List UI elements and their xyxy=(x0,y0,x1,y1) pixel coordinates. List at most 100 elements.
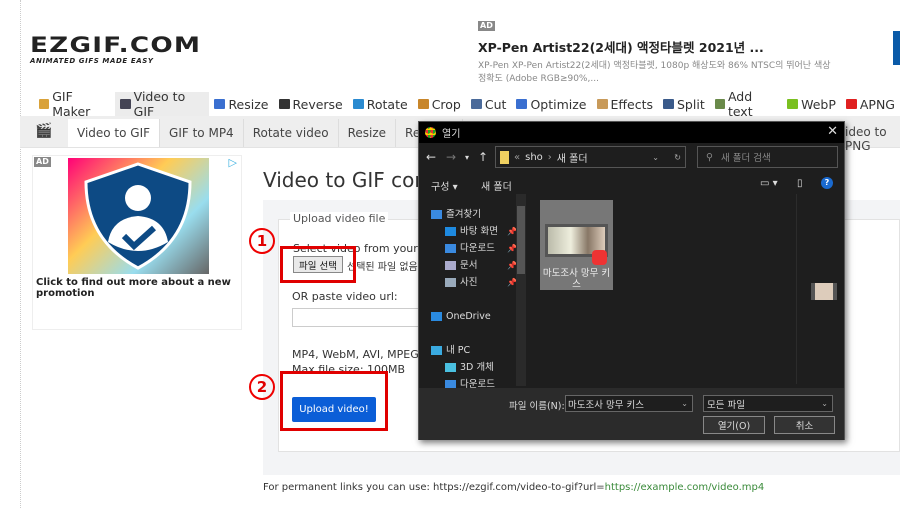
nav-webp[interactable]: WebP xyxy=(782,92,841,116)
subnav-gif-to-mp4[interactable]: GIF to MP4 xyxy=(160,119,244,147)
close-icon[interactable]: ✕ xyxy=(827,124,838,139)
nav-optimize[interactable]: Optimize xyxy=(511,92,591,116)
step-marker-1: 1 xyxy=(249,228,275,254)
nav-split[interactable]: Split xyxy=(658,92,710,116)
search-box[interactable]: ⚲ 새 폴더 검색 xyxy=(697,146,838,168)
tree-item[interactable]: 다운로드 📌 xyxy=(429,240,517,257)
open-button[interactable]: 열기(O) xyxy=(703,416,765,434)
search-icon: ⚲ xyxy=(706,151,713,163)
reverse-icon xyxy=(278,99,290,109)
add-text-icon xyxy=(714,99,725,109)
nav-resize[interactable]: Resize xyxy=(209,92,273,116)
ezgif-logo[interactable]: EZGIF.COM ANIMATED GIFS MADE EASY xyxy=(30,34,200,65)
folder-icon xyxy=(500,150,509,164)
breadcrumb-sho[interactable]: sho xyxy=(525,152,543,163)
address-bar[interactable]: « sho › 새 폴더 ⌄ ↻ xyxy=(495,146,686,168)
nav-apng[interactable]: APNG xyxy=(841,92,900,116)
navigation-pane: 즐겨찾기 바탕 화면 📌 다운로드 📌 문서 📌 사진 📌 OneDrive 내 PC 3D 개체 다운… xyxy=(429,206,517,410)
page-title: Video to GIF conv xyxy=(263,168,439,192)
chevron-down-icon: ⌄ xyxy=(681,399,688,408)
new-folder-button[interactable]: 새 폴더 xyxy=(481,178,512,193)
highlight-box-1 xyxy=(280,246,356,283)
preview-thumbnail xyxy=(811,283,837,300)
player-app-icon xyxy=(592,250,607,265)
shield-user-icon xyxy=(84,162,192,270)
nav-crop[interactable]: Crop xyxy=(413,92,466,116)
example-link[interactable]: https://example.com/video.mp4 xyxy=(605,482,765,493)
back-icon[interactable]: ← xyxy=(426,150,436,164)
download-icon xyxy=(445,244,456,253)
help-icon[interactable]: ? xyxy=(821,177,833,189)
recent-dropdown-icon[interactable]: ▾ xyxy=(465,153,469,162)
ad-badge: AD xyxy=(478,21,495,31)
gif-maker-icon xyxy=(39,99,50,109)
chrome-icon xyxy=(425,127,436,138)
tree-item xyxy=(429,291,517,308)
filetype-select[interactable]: 모든 파일 ⌄ xyxy=(703,395,833,412)
url-label: OR paste video url: xyxy=(292,290,398,303)
tree-item[interactable]: 문서 📌 xyxy=(429,257,517,274)
side-ad[interactable]: AD ▷ Click to find out more about a new … xyxy=(32,155,242,330)
crop-icon xyxy=(417,99,429,109)
nav-gif-maker[interactable]: GIF Maker xyxy=(34,89,115,119)
rotate-icon xyxy=(352,99,364,109)
nav-cut[interactable]: Cut xyxy=(466,92,512,116)
filename-label: 파일 이름(N): xyxy=(509,401,565,412)
ad-button[interactable] xyxy=(893,31,900,65)
subnav-video-to-gif[interactable]: Video to GIF xyxy=(68,119,161,147)
subnav-rotate-video[interactable]: Rotate video xyxy=(244,119,339,147)
tree-item[interactable]: 바탕 화면 📌 xyxy=(429,223,517,240)
up-icon[interactable]: ↑ xyxy=(478,150,488,164)
cloud-icon xyxy=(431,312,442,321)
dialog-titlebar: 열기 ✕ xyxy=(419,122,844,143)
ad-image[interactable] xyxy=(68,158,209,274)
webp-icon xyxy=(787,99,799,109)
star-icon xyxy=(431,210,442,219)
main-nav: GIF Maker Video to GIF Resize Reverse Rotate… xyxy=(34,89,900,119)
file-item[interactable]: 마도조사 망무 키스 xyxy=(540,200,613,290)
nav-add-text[interactable]: Add text xyxy=(710,89,782,119)
forward-icon[interactable]: → xyxy=(446,150,456,164)
ad-caption[interactable]: Click to find out more about a new promo… xyxy=(36,277,236,299)
tree-item[interactable]: 내 PC xyxy=(429,342,517,359)
tree-item[interactable]: 3D 개체 xyxy=(429,359,517,376)
3d-objects-icon xyxy=(445,363,456,372)
permanent-link-note: For permanent links you can use: https:/… xyxy=(263,482,765,493)
cancel-button[interactable]: 취소 xyxy=(774,416,835,434)
organize-menu[interactable]: 구성 ▾ xyxy=(431,178,458,193)
clapperboard-icon: 🎬 xyxy=(35,123,53,139)
tree-item[interactable]: 즐겨찾기 xyxy=(429,206,517,223)
cut-icon xyxy=(470,99,482,109)
nav-video-to-gif[interactable]: Video to GIF xyxy=(115,89,210,119)
tree-item[interactable]: 사진 📌 xyxy=(429,274,517,291)
pc-icon xyxy=(431,346,442,355)
filename-input[interactable]: 마도조사 망무 키스 ⌄ xyxy=(565,395,693,412)
subnav-item-video-to-png[interactable]: ideo to PNG xyxy=(845,125,900,153)
desktop-icon xyxy=(445,227,456,236)
tree-item[interactable]: OneDrive xyxy=(429,308,517,325)
video-url-input[interactable] xyxy=(292,308,422,327)
nav-effects[interactable]: Effects xyxy=(592,92,659,116)
breadcrumb-new-folder[interactable]: 새 폴더 xyxy=(557,150,588,165)
preview-pane-icon[interactable]: ▯ xyxy=(797,178,803,189)
refresh-icon[interactable]: ↻ xyxy=(674,153,681,162)
resize-icon xyxy=(214,99,226,109)
ad-badge: AD xyxy=(34,157,51,167)
file-open-dialog: 열기 ✕ ← → ▾ ↑ « sho › 새 폴더 ⌄ ↻ ⚲ 새 폴더 검색 … xyxy=(418,121,845,440)
nav-reverse[interactable]: Reverse xyxy=(274,92,348,116)
split-icon xyxy=(663,99,674,109)
effects-icon xyxy=(596,99,608,109)
step-marker-2: 2 xyxy=(249,374,275,400)
adchoices-icon[interactable]: ▷ xyxy=(229,156,237,169)
ad-description: XP-Pen XP-Pen Artist22(2세대) 액정타블렛, 1080p… xyxy=(478,61,831,84)
film-icon xyxy=(120,99,131,109)
chevron-down-icon[interactable]: ⌄ xyxy=(652,153,659,162)
nav-rotate[interactable]: Rotate xyxy=(348,92,413,116)
nav-pane-scrollbar[interactable] xyxy=(516,194,526,386)
fieldset-legend: Upload video file xyxy=(290,212,389,225)
document-icon xyxy=(445,261,456,270)
subnav-resize[interactable]: Resize xyxy=(339,119,397,147)
top-ad[interactable]: AD XP-Pen Artist22(2세대) 액정타블렛 2021년 ... … xyxy=(478,17,888,86)
ad-title[interactable]: XP-Pen Artist22(2세대) 액정타블렛 2021년 ... xyxy=(478,37,888,56)
view-options-icon[interactable]: ▭ ▾ xyxy=(760,178,778,189)
